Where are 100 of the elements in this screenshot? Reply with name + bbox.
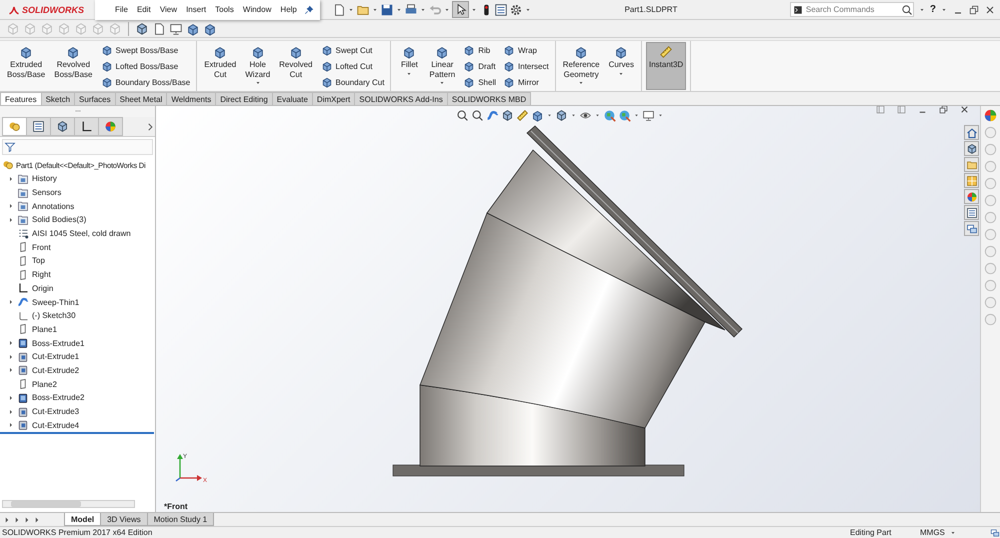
tile-icon[interactable]: [875, 106, 886, 115]
task-pane-tab[interactable]: [964, 189, 979, 204]
tree-item[interactable]: Plane1: [0, 322, 155, 336]
ribbon-button[interactable]: Boundary Boss/Base: [98, 76, 192, 88]
ribbon-button[interactable]: Boundary Cut: [318, 76, 386, 88]
expand-arrow-icon[interactable]: [7, 366, 15, 374]
ribbon-button[interactable]: Curves: [606, 42, 637, 90]
magnifier-icon[interactable]: [471, 109, 484, 122]
close-icon[interactable]: [984, 4, 996, 16]
settings-icon[interactable]: [509, 2, 523, 16]
floppy-icon[interactable]: [380, 2, 394, 16]
close-icon[interactable]: [959, 106, 970, 115]
cube-icon[interactable]: [186, 22, 200, 36]
cube-icon[interactable]: [203, 22, 217, 36]
command-tab[interactable]: Sketch: [40, 92, 76, 105]
pin-icon[interactable]: [304, 4, 314, 14]
cube-icon[interactable]: [555, 109, 568, 122]
ribbon-button[interactable]: Swept Cut: [318, 44, 386, 56]
expand-arrow-icon[interactable]: [7, 339, 15, 348]
tree-item[interactable]: Top: [0, 254, 155, 268]
caret-icon[interactable]: [546, 112, 553, 119]
model-tab[interactable]: Model: [64, 513, 102, 526]
expand-arrow-icon[interactable]: [7, 408, 15, 416]
restore-icon[interactable]: [968, 4, 980, 16]
ribbon-button[interactable]: Lofted Boss/Base: [98, 60, 192, 72]
ribbon-button[interactable]: Mirror: [501, 76, 551, 88]
expand-arrow-icon[interactable]: [7, 394, 15, 402]
ribbon-button[interactable]: Revolved Boss/Base: [51, 42, 96, 90]
caret-icon[interactable]: [633, 112, 640, 119]
caret-icon[interactable]: [594, 112, 601, 119]
tree-item[interactable]: Boss-Extrude1: [0, 336, 155, 350]
tree-item[interactable]: Origin: [0, 282, 155, 296]
expand-arrow-icon[interactable]: [7, 352, 15, 361]
units-selector[interactable]: MMGS: [920, 528, 945, 537]
tree-item[interactable]: Solid Bodies(3): [0, 213, 155, 227]
restore-icon[interactable]: [938, 106, 949, 115]
filter-field[interactable]: [2, 139, 153, 155]
globe-icon[interactable]: [603, 109, 616, 122]
ribbon-button[interactable]: Instant3D: [646, 42, 686, 90]
tree-item[interactable]: History: [0, 172, 155, 186]
tree-item[interactable]: Annotations: [0, 199, 155, 214]
help-button[interactable]: ?: [930, 4, 936, 15]
tree-item[interactable]: Boss-Extrude2: [0, 391, 155, 405]
ribbon-button[interactable]: Shell: [461, 76, 498, 88]
tree-item[interactable]: Cut-Extrude2: [0, 364, 155, 378]
tree-item[interactable]: Right: [0, 268, 155, 282]
caret-icon[interactable]: [570, 112, 577, 119]
panel-tab[interactable]: [74, 117, 99, 136]
tree-item[interactable]: Sweep-Thin1: [0, 295, 155, 309]
model-tab[interactable]: Motion Study 1: [146, 513, 214, 526]
cube-icon[interactable]: [135, 22, 149, 36]
printer-icon[interactable]: [404, 2, 418, 16]
expand-arrow-icon[interactable]: [7, 174, 15, 183]
tree-item[interactable]: Plane2: [0, 377, 155, 391]
ribbon-button[interactable]: Extruded Cut: [201, 42, 240, 90]
select-button[interactable]: [452, 1, 469, 18]
command-tab[interactable]: DimXpert: [312, 92, 356, 105]
expand-arrow-icon[interactable]: [7, 202, 15, 210]
search-field[interactable]: Search Commands: [790, 2, 914, 17]
command-tab[interactable]: Evaluate: [272, 92, 313, 105]
page-icon[interactable]: [332, 2, 346, 16]
menu-item[interactable]: View: [158, 4, 180, 15]
menu-item[interactable]: File: [113, 4, 130, 15]
ribbon-button[interactable]: Draft: [461, 60, 498, 72]
caret-icon[interactable]: [657, 112, 664, 119]
list-icon[interactable]: [494, 2, 508, 16]
appearance-icon[interactable]: [983, 108, 998, 123]
ribbon-button[interactable]: Intersect: [501, 60, 551, 72]
ribbon-button[interactable]: Revolved Cut: [276, 42, 316, 90]
ribbon-button[interactable]: Reference Geometry: [560, 42, 603, 90]
ribbon-button[interactable]: Hole Wizard: [242, 42, 274, 90]
tree-item[interactable]: AISI 1045 Steel, cold drawn: [0, 226, 155, 240]
task-pane-tab[interactable]: [964, 141, 979, 156]
tree-item[interactable]: Cut-Extrude1: [0, 350, 155, 364]
ribbon-button[interactable]: Extruded Boss/Base: [4, 42, 48, 90]
expand-arrow-icon[interactable]: [7, 216, 15, 224]
command-tab[interactable]: SOLIDWORKS Add-Ins: [354, 92, 448, 105]
ribbon-button[interactable]: Wrap: [501, 44, 551, 56]
horizontal-scrollbar[interactable]: [2, 500, 135, 508]
ribbon-button[interactable]: Fillet: [395, 42, 424, 90]
command-tab[interactable]: Sheet Metal: [114, 92, 168, 105]
monitor-icon[interactable]: [642, 109, 655, 122]
expand-arrow-icon[interactable]: [7, 298, 15, 306]
menu-item[interactable]: Tools: [213, 4, 236, 15]
panel-tab[interactable]: [50, 117, 75, 136]
menu-item[interactable]: Edit: [134, 4, 153, 15]
tree-item[interactable]: (-) Sketch30: [0, 308, 155, 323]
ribbon-button[interactable]: Swept Boss/Base: [98, 44, 192, 56]
globe-icon[interactable]: [618, 109, 631, 122]
ribbon-button[interactable]: Linear Pattern: [426, 42, 458, 90]
ribbon-button[interactable]: Rib: [461, 44, 498, 56]
tree-item[interactable]: Cut-Extrude3: [0, 404, 155, 418]
command-tab[interactable]: Direct Editing: [215, 92, 273, 105]
tree-item[interactable]: Cut-Extrude4: [0, 418, 155, 432]
panel-tab[interactable]: [26, 117, 51, 136]
tree-item[interactable]: Sensors: [0, 186, 155, 200]
cube-icon[interactable]: [531, 109, 544, 122]
expand-arrow-icon[interactable]: [7, 421, 15, 430]
monitor-icon[interactable]: [169, 22, 183, 36]
command-tab[interactable]: Weldments: [166, 92, 216, 105]
